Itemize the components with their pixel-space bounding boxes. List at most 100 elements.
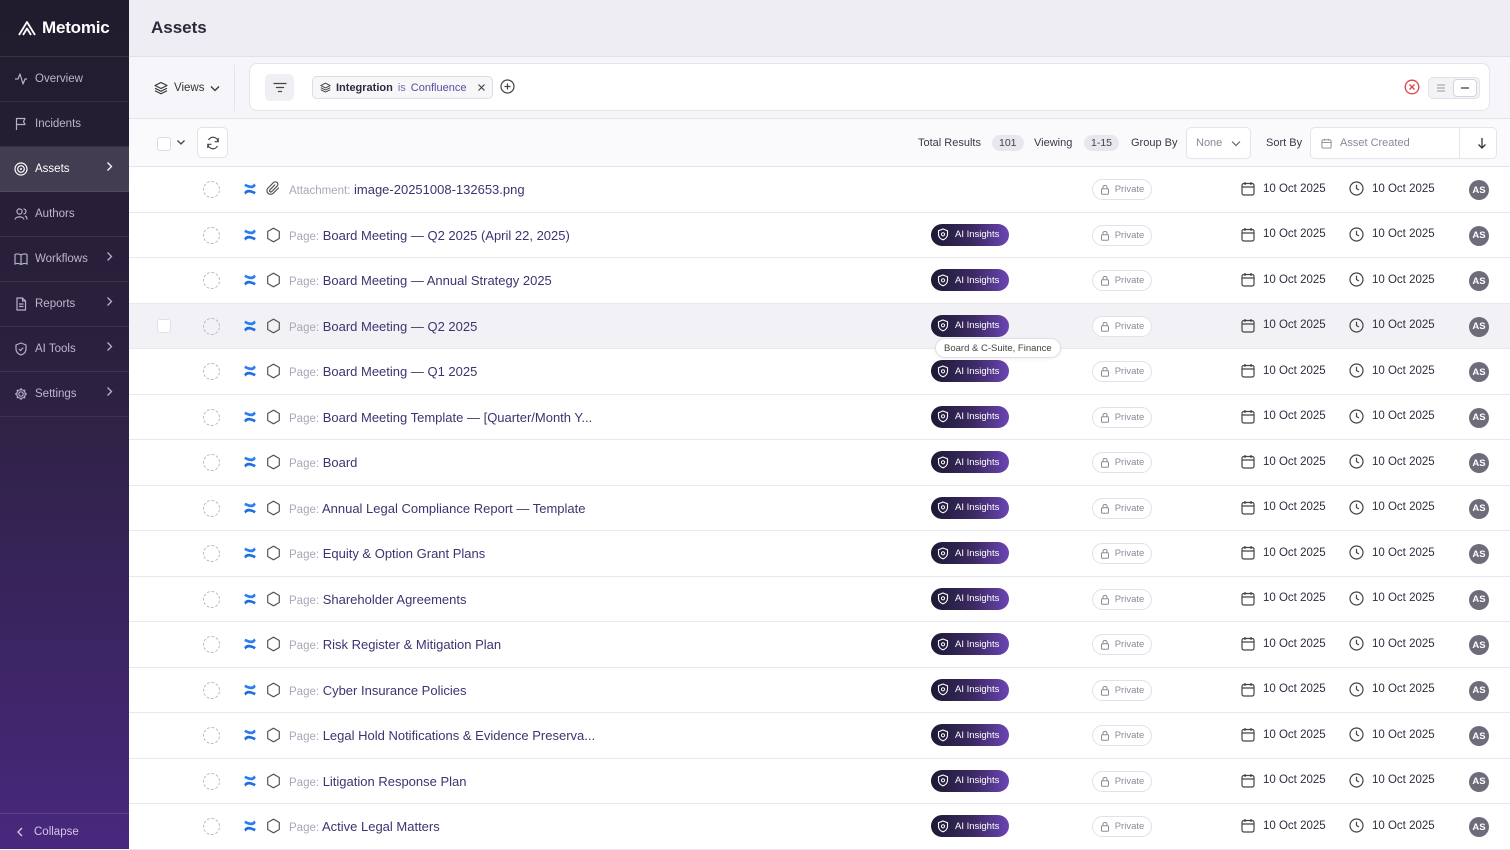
asset-name-link[interactable]: Page: Board Meeting — Q2 2025 (April 22,… xyxy=(289,228,570,243)
status-circle-icon[interactable] xyxy=(203,499,220,517)
status-circle-icon[interactable] xyxy=(203,590,220,608)
table-row[interactable]: Page: Board AI Insights Private 10 Oct 2025… xyxy=(129,440,1510,486)
ai-insights-badge[interactable]: AI Insights xyxy=(931,678,1009,701)
author-avatar[interactable]: AS xyxy=(1469,180,1489,200)
sidebar-item-settings[interactable]: Settings xyxy=(0,372,129,417)
app-logo[interactable]: Metomic xyxy=(0,0,129,57)
filter-button[interactable] xyxy=(265,74,294,101)
select-all-checkbox[interactable] xyxy=(157,137,171,151)
ai-insights-badge[interactable]: AI Insights xyxy=(931,269,1009,291)
ai-insights-badge[interactable]: AI Insights xyxy=(931,724,1009,746)
status-circle-icon[interactable] xyxy=(203,317,220,335)
status-circle-icon[interactable] xyxy=(203,363,220,380)
table-row[interactable]: Page: Board Meeting — Annual Strategy 20… xyxy=(129,258,1510,304)
status-circle-icon[interactable] xyxy=(203,272,220,289)
add-filter-icon[interactable] xyxy=(500,79,515,94)
ai-insights-badge[interactable]: AI Insights xyxy=(931,587,1009,610)
author-avatar[interactable]: AS xyxy=(1469,225,1489,246)
author-avatar[interactable]: AS xyxy=(1469,362,1489,382)
asset-name-link[interactable]: Attachment: image-20251008-132653.png xyxy=(289,182,525,197)
group-by-dropdown[interactable]: None xyxy=(1186,127,1251,159)
sidebar-item-incidents[interactable]: Incidents xyxy=(0,102,129,147)
author-avatar[interactable]: AS xyxy=(1469,316,1489,337)
status-circle-icon[interactable] xyxy=(203,772,220,790)
status-circle-icon[interactable] xyxy=(203,636,220,653)
filter-chip-integration[interactable]: Integration is Confluence xyxy=(312,76,494,99)
close-icon[interactable] xyxy=(477,83,486,92)
author-avatar[interactable]: AS xyxy=(1469,589,1489,610)
author-avatar[interactable]: AS xyxy=(1469,407,1489,428)
author-avatar[interactable]: AS xyxy=(1469,771,1489,792)
sidebar-item-assets[interactable]: Assets xyxy=(0,147,129,192)
author-avatar[interactable]: AS xyxy=(1469,680,1489,701)
views-dropdown[interactable]: Views xyxy=(154,81,220,95)
ai-insights-badge[interactable]: AI Insights xyxy=(931,405,1009,428)
ai-insights-badge[interactable]: AI Insights xyxy=(931,496,1009,519)
asset-name-link[interactable]: Page: Active Legal Matters xyxy=(289,819,440,834)
table-row[interactable]: Page: Cyber Insurance Policies AI Insight… xyxy=(129,667,1510,713)
compact-view-button[interactable] xyxy=(1453,79,1477,97)
sidebar-item-authors[interactable]: Authors xyxy=(0,192,129,237)
author-avatar[interactable]: AS xyxy=(1469,726,1489,746)
status-circle-icon[interactable] xyxy=(203,545,220,562)
asset-name-link[interactable]: Page: Risk Register & Mitigation Plan xyxy=(289,637,501,652)
list-view-button[interactable] xyxy=(1429,78,1453,98)
table-row[interactable]: Page: Litigation Response Plan AI Insight… xyxy=(129,758,1510,804)
status-circle-icon[interactable] xyxy=(203,181,220,198)
status-circle-icon[interactable] xyxy=(203,408,220,426)
collapse-button[interactable]: Collapse xyxy=(0,813,129,849)
status-circle-icon[interactable] xyxy=(203,454,220,471)
asset-name-link[interactable]: Page: Litigation Response Plan xyxy=(289,774,467,789)
table-row[interactable]: Page: Legal Hold Notifications & Evidenc… xyxy=(129,713,1510,759)
clear-filters-icon[interactable] xyxy=(1404,79,1420,95)
asset-name-link[interactable]: Page: Shareholder Agreements xyxy=(289,592,467,607)
author-avatar[interactable]: AS xyxy=(1469,453,1489,473)
author-avatar[interactable]: AS xyxy=(1469,817,1489,837)
arrow-down-icon[interactable] xyxy=(1477,137,1487,149)
ai-insights-badge[interactable]: AI Insights xyxy=(931,223,1009,246)
ai-insights-badge[interactable]: AI Insights xyxy=(931,815,1009,837)
status-circle-icon[interactable] xyxy=(203,727,220,744)
author-avatar[interactable]: AS xyxy=(1469,271,1489,291)
table-row[interactable]: Page: Active Legal Matters AI Insights Pri… xyxy=(129,804,1510,850)
asset-name-link[interactable]: Page: Board xyxy=(289,455,357,470)
asset-name-link[interactable]: Page: Cyber Insurance Policies xyxy=(289,683,466,698)
ai-insights-badge[interactable]: AI Insights xyxy=(931,451,1009,473)
asset-name-link[interactable]: Page: Board Meeting — Annual Strategy 20… xyxy=(289,273,552,288)
table-row[interactable]: Page: Equity & Option Grant Plans AI Insi… xyxy=(129,531,1510,577)
ai-insights-badge[interactable]: AI Insights xyxy=(931,542,1009,564)
table-row[interactable]: Attachment: image-20251008-132653.png Pri… xyxy=(129,167,1510,213)
author-avatar[interactable]: AS xyxy=(1469,635,1489,655)
author-avatar[interactable]: AS xyxy=(1469,498,1489,519)
sidebar-item-workflows[interactable]: Workflows xyxy=(0,237,129,282)
author-avatar[interactable]: AS xyxy=(1469,544,1489,564)
table-row[interactable]: Page: Board Meeting — Q1 2025 AI Insights… xyxy=(129,349,1510,395)
ai-insights-badge[interactable]: AI Insights xyxy=(931,769,1009,792)
sidebar-item-overview[interactable]: Overview xyxy=(0,57,129,102)
chevron-down-icon[interactable] xyxy=(176,137,186,147)
asset-name-link[interactable]: Page: Annual Legal Compliance Report — T… xyxy=(289,501,586,516)
ai-insights-badge[interactable]: AI Insights xyxy=(931,633,1009,655)
table-row[interactable]: Page: Annual Legal Compliance Report — T… xyxy=(129,485,1510,531)
table-row[interactable]: Page: Board Meeting — Q2 2025 AI Insights… xyxy=(129,303,1510,349)
status-circle-icon[interactable] xyxy=(203,226,220,244)
table-row[interactable]: Page: Risk Register & Mitigation Plan AI … xyxy=(129,622,1510,668)
row-checkbox[interactable] xyxy=(157,318,171,333)
asset-name-link[interactable]: Page: Board Meeting Template — [Quarter/… xyxy=(289,410,592,425)
sort-by-dropdown[interactable]: Asset Created xyxy=(1310,127,1497,159)
sidebar-item-reports[interactable]: Reports xyxy=(0,282,129,327)
asset-name-link[interactable]: Page: Legal Hold Notifications & Evidenc… xyxy=(289,728,595,743)
table-row[interactable]: Page: Board Meeting Template — [Quarter/… xyxy=(129,394,1510,440)
status-circle-icon[interactable] xyxy=(203,818,220,835)
status-circle-icon[interactable] xyxy=(203,681,220,699)
table-row[interactable]: Page: Board Meeting — Q2 2025 (April 22,… xyxy=(129,212,1510,258)
updated-date-text: 10 Oct 2025 xyxy=(1372,501,1435,513)
ai-insights-badge[interactable]: AI Insights xyxy=(931,314,1009,337)
asset-name-link[interactable]: Page: Equity & Option Grant Plans xyxy=(289,546,485,561)
table-row[interactable]: Page: Shareholder Agreements AI Insights P… xyxy=(129,576,1510,622)
refresh-button[interactable] xyxy=(197,127,228,158)
sidebar-item-ai-tools[interactable]: AI Tools xyxy=(0,327,129,372)
asset-name-link[interactable]: Page: Board Meeting — Q2 2025 xyxy=(289,319,477,334)
ai-insights-badge[interactable]: AI Insights xyxy=(931,360,1009,382)
asset-name-link[interactable]: Page: Board Meeting — Q1 2025 xyxy=(289,364,477,379)
